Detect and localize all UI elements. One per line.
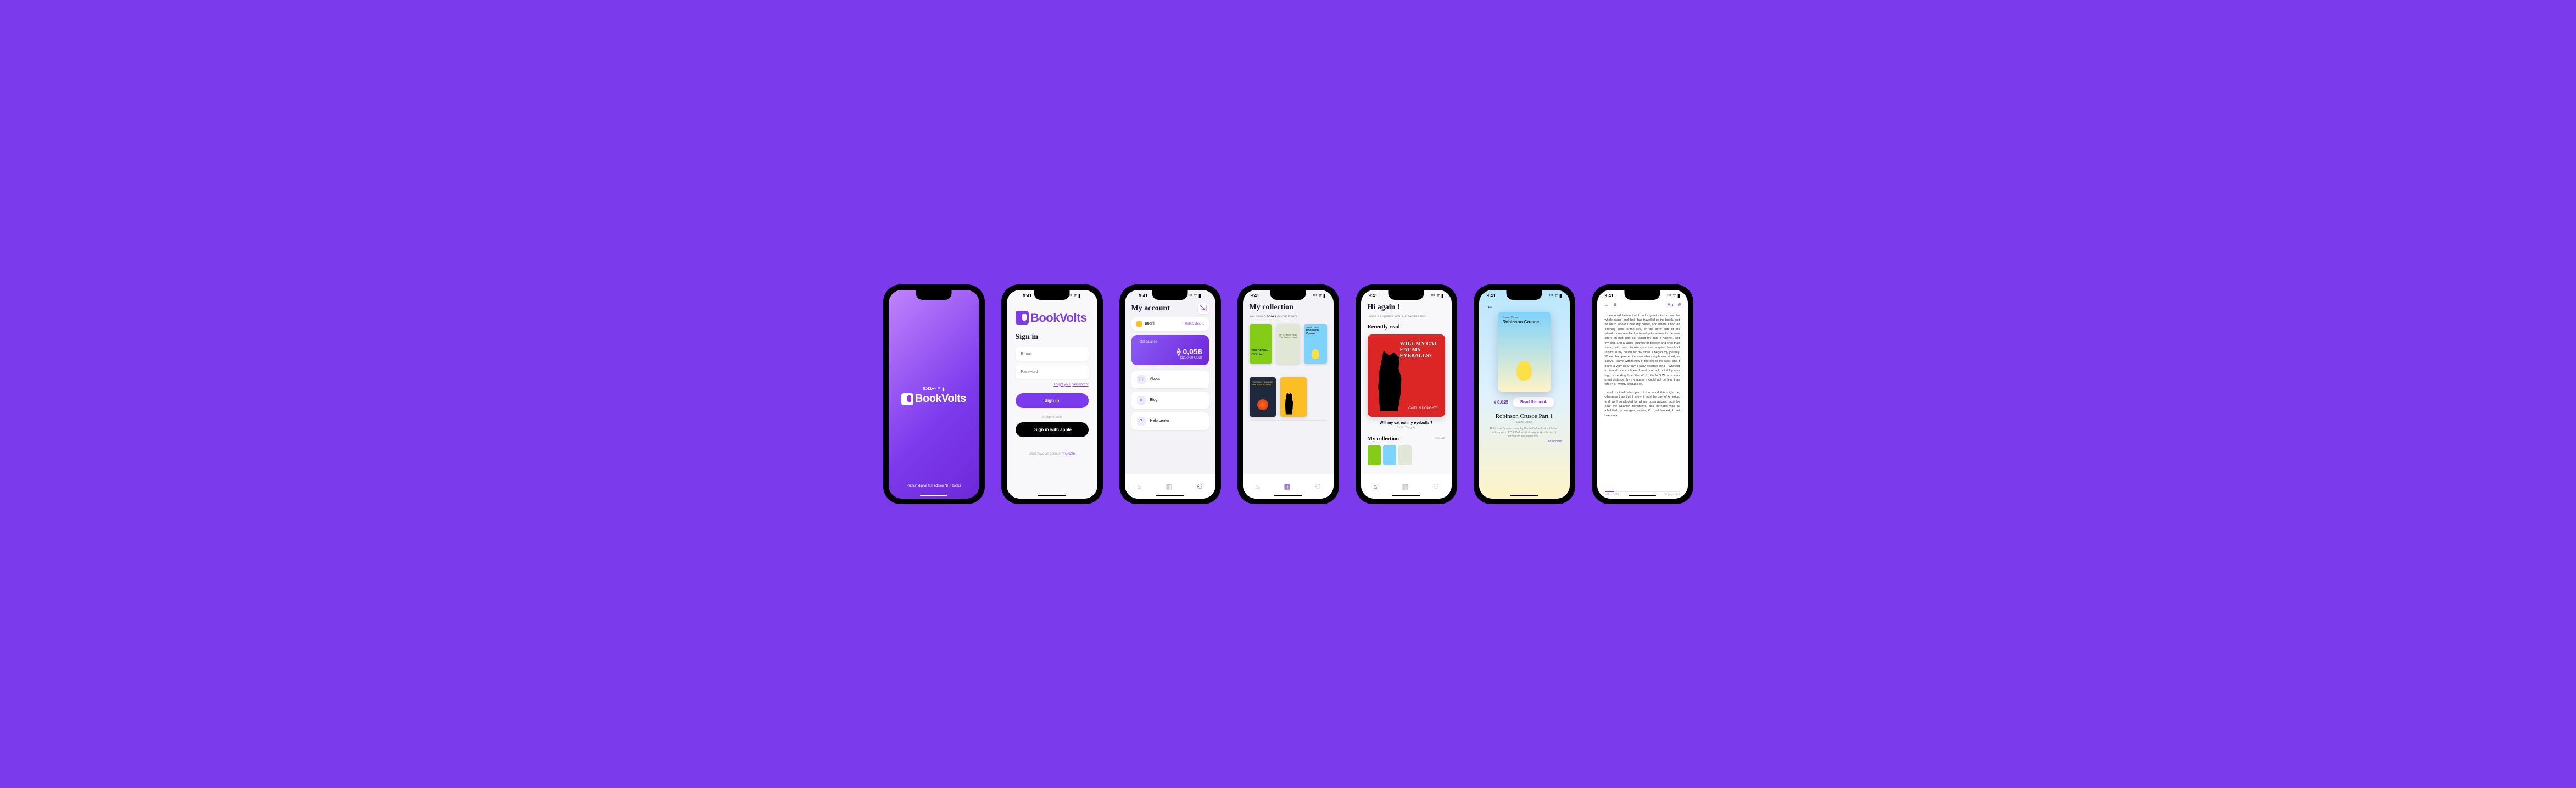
featured-caption: Will my cat eat my eyeballs ? (1368, 421, 1445, 425)
nav-library-icon[interactable]: ▥ (1166, 483, 1172, 490)
menu-blog[interactable]: ≣Blog (1131, 392, 1209, 409)
nav-library-icon[interactable]: ▥ (1402, 483, 1408, 490)
signin-title: Sign in (1016, 333, 1089, 342)
export-icon[interactable]: ⇲ (1198, 303, 1209, 314)
featured-cover-author: CAITLIN DOUGHTY (1408, 407, 1438, 410)
cover-title: Robinson Crusoe (1503, 320, 1546, 325)
username: andrii (1145, 322, 1155, 326)
balance-amount: ⟠ 0,058 (1138, 347, 1202, 356)
book-sunshine[interactable]: My Sunshine From The Darkest Land (1276, 324, 1300, 364)
featured-cover-title: WILL MY CAT EAT MY EYEBALLS? (1400, 341, 1438, 359)
mini-book[interactable] (1398, 445, 1412, 465)
page-title: My account (1131, 304, 1170, 313)
tagline: Publish digital first edition NFT books (907, 484, 961, 488)
book-cover: Daniel Defoe Robinson Crusoe (1498, 312, 1551, 392)
read-book-button[interactable]: Read the book (1513, 397, 1554, 407)
brand-logo: BookVolts (901, 393, 966, 405)
help-icon: ? (1137, 417, 1146, 426)
email-field[interactable] (1016, 347, 1089, 361)
mini-book[interactable] (1383, 445, 1396, 465)
book-description: Robinson Crusoe, novel by Daniel Defoe, … (1487, 427, 1562, 439)
menu-icon[interactable]: ≡ (1614, 302, 1617, 308)
password-field[interactable] (1016, 365, 1089, 379)
nav-home-icon[interactable]: ⌂ (1137, 483, 1141, 490)
avatar (1136, 321, 1142, 327)
balance-label: Total balance (1138, 340, 1202, 344)
progress-bar[interactable] (1605, 491, 1680, 492)
info-icon: ⓘ (1137, 375, 1146, 384)
balance-card: Total balance ⟠ 0,058 ($230,00 USD) (1131, 335, 1209, 365)
create-account-link[interactable]: Create (1065, 452, 1075, 456)
nav-profile-icon[interactable]: ⚇ (1315, 483, 1321, 490)
book-title: Robinson Crusoe Part 1 (1496, 413, 1553, 420)
user-row[interactable]: andrii 0x8852bIcf... (1131, 317, 1209, 331)
divider-text: or sign in with (1016, 416, 1089, 419)
collection-subtitle: You have 5 books in your library ! (1250, 315, 1327, 318)
brand-logo: BookVolts (1016, 311, 1089, 325)
cat-illustration (1373, 351, 1409, 411)
see-all-link[interactable]: See All (1435, 437, 1445, 440)
pages-left: 35 pages left (1664, 493, 1680, 496)
font-icon[interactable]: Aa (1667, 302, 1673, 308)
nav-home-icon[interactable]: ⌂ (1255, 483, 1259, 490)
book-design-hustle[interactable]: THE DESIGN HUSTLE (1250, 324, 1273, 364)
menu-about[interactable]: ⓘAbout (1131, 371, 1209, 388)
wallet-address: 0x8852bIcf... (1185, 322, 1204, 326)
shelf-row: THE LIGHT BEHIND THE GARDEN WALL (1250, 377, 1327, 421)
back-icon[interactable]: ← (1604, 302, 1609, 308)
back-button[interactable]: ← (1487, 302, 1493, 310)
signin-apple-button[interactable]: Sign in with apple (1016, 422, 1089, 437)
status-bar: 9:41•••⌔▮ (915, 383, 952, 393)
book-light-behind[interactable]: THE LIGHT BEHIND THE GARDEN WALL (1250, 377, 1276, 417)
featured-author: Caitlin Doughty (1368, 426, 1445, 429)
page-counter: 167 of 1017 (1605, 493, 1619, 496)
reader-content[interactable]: I mentioned before that I had a great mi… (1597, 310, 1688, 491)
reader-toolbar: ← ≡ Aa ⟃ (1597, 300, 1688, 310)
book-cat-eyeballs[interactable] (1280, 377, 1307, 417)
featured-book[interactable]: WILL MY CAT EAT MY EYEBALLS? CAITLIN DOU… (1368, 334, 1445, 417)
book-author: Daniel Defoe (1516, 421, 1532, 424)
shelf-row: THE DESIGN HUSTLE My Sunshine From The D… (1250, 324, 1327, 367)
my-collection-title: My collection (1368, 436, 1399, 442)
nav-library-icon[interactable]: ▥ (1284, 483, 1290, 490)
create-account-text: Don't have an account ? Create (1016, 452, 1089, 456)
subtitle: Fusce a vulputate lectus, at facilisis f… (1368, 315, 1445, 318)
signin-button[interactable]: Sign in (1016, 393, 1089, 408)
greeting: Hi again ! (1368, 303, 1400, 312)
book-robinson-crusoe[interactable]: Daniel DefoeRobinson Crusoe (1304, 324, 1327, 364)
balance-usd: ($230,00 USD) (1138, 356, 1202, 360)
footprint-illustration (1516, 361, 1532, 381)
nav-profile-icon[interactable]: ⚇ (1197, 483, 1203, 490)
nav-profile-icon[interactable]: ⚇ (1433, 483, 1439, 490)
menu-help[interactable]: ?Help center (1131, 412, 1209, 430)
recently-read-title: Recently read (1368, 324, 1445, 330)
book-price: ⟠ 0,025 (1494, 400, 1508, 405)
page-title: My collection (1250, 303, 1293, 312)
bookmark-icon[interactable]: ⟃ (1678, 302, 1681, 308)
forgot-password-link[interactable]: Forgot your password ? (1016, 383, 1089, 387)
nav-home-icon[interactable]: ⌂ (1373, 483, 1377, 490)
mini-book[interactable] (1368, 445, 1381, 465)
blog-icon: ≣ (1137, 396, 1146, 405)
show-more-link[interactable]: Show more (1487, 440, 1562, 443)
